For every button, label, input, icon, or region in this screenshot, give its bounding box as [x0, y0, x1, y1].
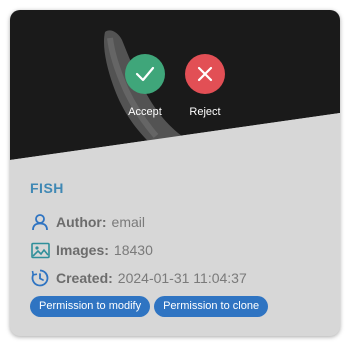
model-card[interactable]: Accept Reject FISH Author: email Images:… — [10, 10, 340, 336]
created-label: Created: — [56, 270, 113, 286]
card-info: FISH Author: email Images: 18430 Created… — [30, 180, 330, 317]
close-icon — [197, 66, 213, 82]
permission-badges: Permission to modify Permission to clone — [30, 296, 330, 317]
reject-circle[interactable] — [185, 54, 225, 94]
images-value: 18430 — [113, 242, 153, 258]
author-value: email — [111, 214, 146, 230]
accept-button[interactable]: Accept — [115, 54, 175, 118]
images-row: Images: 18430 — [30, 236, 330, 264]
badge-permission-clone: Permission to clone — [154, 296, 269, 317]
badge-permission-modify: Permission to modify — [30, 296, 151, 317]
accept-circle[interactable] — [125, 54, 165, 94]
author-label: Author: — [56, 214, 107, 230]
image-icon — [30, 240, 50, 260]
accept-label: Accept — [128, 106, 162, 118]
reject-label: Reject — [189, 106, 221, 118]
images-label: Images: — [56, 242, 109, 258]
user-icon — [30, 212, 50, 232]
author-row: Author: email — [30, 208, 330, 236]
moderation-actions: Accept Reject — [10, 54, 340, 134]
reject-button[interactable]: Reject — [175, 54, 235, 118]
created-row: Created: 2024-01-31 11:04:37 — [30, 264, 330, 292]
check-icon — [135, 66, 155, 82]
created-value: 2024-01-31 11:04:37 — [117, 270, 247, 286]
clock-icon — [30, 268, 50, 288]
model-title[interactable]: FISH — [30, 180, 330, 198]
